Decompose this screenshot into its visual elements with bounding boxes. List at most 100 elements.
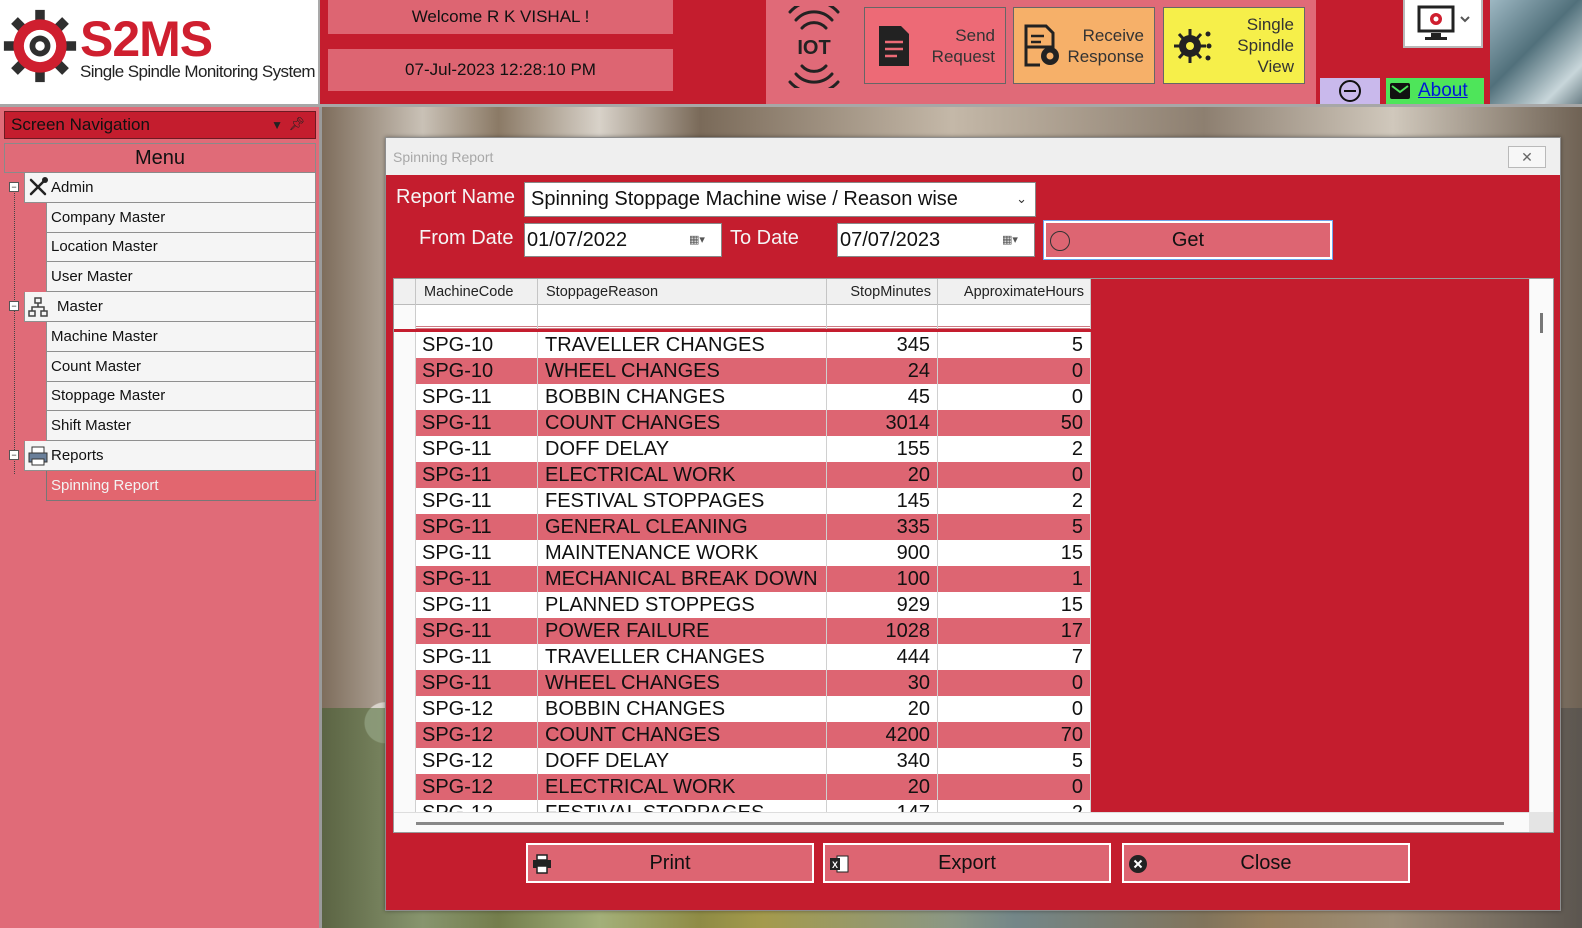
row-header[interactable]	[394, 774, 416, 800]
column-header-stopminutes[interactable]: StopMinutes	[827, 279, 938, 305]
table-row[interactable]: SPG-11 TRAVELLER CHANGES 444 7	[394, 644, 1091, 670]
cell-stopminutes[interactable]: 345	[827, 332, 938, 358]
print-button[interactable]: Print	[526, 843, 814, 883]
cell-approximatehours[interactable]: 15	[938, 540, 1091, 566]
cell-stopminutes[interactable]: 24	[827, 358, 938, 384]
cell-machinecode[interactable]: SPG-12	[416, 748, 538, 774]
cell-stoppagereason[interactable]: MECHANICAL BREAK DOWN	[538, 566, 827, 592]
cell-machinecode[interactable]: SPG-11	[416, 384, 538, 410]
cell-machinecode[interactable]: SPG-11	[416, 514, 538, 540]
tree-group-master[interactable]: − Master	[9, 292, 316, 322]
row-header[interactable]	[394, 722, 416, 748]
nav-item-count-master[interactable]: Count Master	[46, 351, 316, 382]
row-header[interactable]	[394, 644, 416, 670]
row-header[interactable]	[394, 566, 416, 592]
scrollbar-thumb[interactable]	[1540, 313, 1543, 333]
cell-machinecode[interactable]: SPG-11	[416, 618, 538, 644]
nav-item-stoppage-master[interactable]: Stoppage Master	[46, 381, 316, 412]
cell-stopminutes[interactable]: 335	[827, 514, 938, 540]
single-spindle-view-button[interactable]: Single Spindle View	[1163, 7, 1305, 84]
cell-machinecode[interactable]: SPG-11	[416, 540, 538, 566]
cell-stoppagereason[interactable]: FESTIVAL STOPPAGES	[538, 488, 827, 514]
table-row[interactable]: SPG-12 DOFF DELAY 340 5	[394, 748, 1091, 774]
table-row[interactable]: SPG-11 MAINTENANCE WORK 900 15	[394, 540, 1091, 566]
cell-approximatehours[interactable]: 0	[938, 384, 1091, 410]
cell-stopminutes[interactable]: 20	[827, 774, 938, 800]
cell-stopminutes[interactable]: 3014	[827, 410, 938, 436]
cell-stopminutes[interactable]: 20	[827, 462, 938, 488]
row-header[interactable]	[394, 332, 416, 358]
cell-approximatehours[interactable]: 0	[938, 696, 1091, 722]
cell-stoppagereason[interactable]: COUNT CHANGES	[538, 722, 827, 748]
filter-cell[interactable]	[938, 305, 1091, 329]
cell-machinecode[interactable]: SPG-11	[416, 644, 538, 670]
calendar-icon[interactable]: ▦▾	[1002, 233, 1028, 248]
send-request-button[interactable]: Send Request	[864, 7, 1006, 84]
cell-approximatehours[interactable]: 50	[938, 410, 1091, 436]
cell-stopminutes[interactable]: 444	[827, 644, 938, 670]
row-header[interactable]	[394, 488, 416, 514]
table-row[interactable]: SPG-10 WHEEL CHANGES 24 0	[394, 358, 1091, 384]
cell-stopminutes[interactable]: 30	[827, 670, 938, 696]
table-row[interactable]: SPG-12 COUNT CHANGES 4200 70	[394, 722, 1091, 748]
cell-approximatehours[interactable]: 15	[938, 592, 1091, 618]
cell-stoppagereason[interactable]: POWER FAILURE	[538, 618, 827, 644]
filter-cell[interactable]	[538, 305, 827, 329]
about-link[interactable]: About	[1418, 80, 1468, 102]
cell-stoppagereason[interactable]: PLANNED STOPPEGS	[538, 592, 827, 618]
filter-cell[interactable]	[827, 305, 938, 329]
screen-navigation-dropdown[interactable]: Screen Navigation ▼ 📌︎	[4, 111, 316, 139]
cell-stoppagereason[interactable]: COUNT CHANGES	[538, 410, 827, 436]
row-header[interactable]	[394, 618, 416, 644]
collapse-icon[interactable]: −	[9, 301, 19, 312]
cell-stoppagereason[interactable]: TRAVELLER CHANGES	[538, 332, 827, 358]
horizontal-scrollbar[interactable]	[394, 812, 1530, 832]
nav-item-spinning-report[interactable]: Spinning Report	[46, 470, 316, 501]
cell-approximatehours[interactable]: 7	[938, 644, 1091, 670]
select-all-corner[interactable]	[394, 279, 416, 305]
row-header[interactable]	[394, 358, 416, 384]
cell-machinecode[interactable]: SPG-12	[416, 696, 538, 722]
cell-machinecode[interactable]: SPG-11	[416, 488, 538, 514]
cell-stopminutes[interactable]: 900	[827, 540, 938, 566]
cell-stoppagereason[interactable]: ELECTRICAL WORK	[538, 774, 827, 800]
collapse-icon[interactable]: −	[9, 450, 19, 461]
cell-machinecode[interactable]: SPG-11	[416, 670, 538, 696]
column-header-machinecode[interactable]: MachineCode	[416, 279, 538, 305]
column-header-stoppagereason[interactable]: StoppageReason	[538, 279, 827, 305]
cell-stoppagereason[interactable]: WHEEL CHANGES	[538, 358, 827, 384]
cell-stoppagereason[interactable]: GENERAL CLEANING	[538, 514, 827, 540]
nav-item-machine-master[interactable]: Machine Master	[46, 321, 316, 352]
calendar-icon[interactable]: ▦▾	[689, 233, 715, 248]
close-button[interactable]: Close	[1122, 843, 1410, 883]
table-row[interactable]: SPG-11 DOFF DELAY 155 2	[394, 436, 1091, 462]
row-header[interactable]	[394, 592, 416, 618]
chevron-down-icon[interactable]: ⌄	[1016, 191, 1027, 207]
to-date-picker[interactable]: 07/07/2023 ▦▾	[837, 223, 1035, 257]
table-row[interactable]: SPG-12 ELECTRICAL WORK 20 0	[394, 774, 1091, 800]
get-button[interactable]: Get	[1043, 220, 1333, 260]
row-header[interactable]	[394, 462, 416, 488]
report-name-select[interactable]: Spinning Stoppage Machine wise / Reason …	[524, 182, 1036, 217]
cell-stopminutes[interactable]: 4200	[827, 722, 938, 748]
vertical-scrollbar[interactable]	[1529, 279, 1553, 814]
cell-stopminutes[interactable]: 20	[827, 696, 938, 722]
cell-machinecode[interactable]: SPG-11	[416, 462, 538, 488]
table-row[interactable]: SPG-11 ELECTRICAL WORK 20 0	[394, 462, 1091, 488]
row-header[interactable]	[394, 696, 416, 722]
row-header[interactable]	[394, 410, 416, 436]
cell-machinecode[interactable]: SPG-12	[416, 774, 538, 800]
cell-stopminutes[interactable]: 45	[827, 384, 938, 410]
cell-machinecode[interactable]: SPG-11	[416, 566, 538, 592]
cell-stoppagereason[interactable]: BOBBIN CHANGES	[538, 384, 827, 410]
cell-machinecode[interactable]: SPG-11	[416, 410, 538, 436]
cell-approximatehours[interactable]: 0	[938, 774, 1091, 800]
cell-stoppagereason[interactable]: DOFF DELAY	[538, 748, 827, 774]
nav-item-user-master[interactable]: User Master	[46, 262, 316, 293]
row-header[interactable]	[394, 540, 416, 566]
table-row[interactable]: SPG-11 BOBBIN CHANGES 45 0	[394, 384, 1091, 410]
cell-stopminutes[interactable]: 340	[827, 748, 938, 774]
table-row[interactable]: SPG-12 BOBBIN CHANGES 20 0	[394, 696, 1091, 722]
row-header[interactable]	[394, 514, 416, 540]
cell-approximatehours[interactable]: 1	[938, 566, 1091, 592]
